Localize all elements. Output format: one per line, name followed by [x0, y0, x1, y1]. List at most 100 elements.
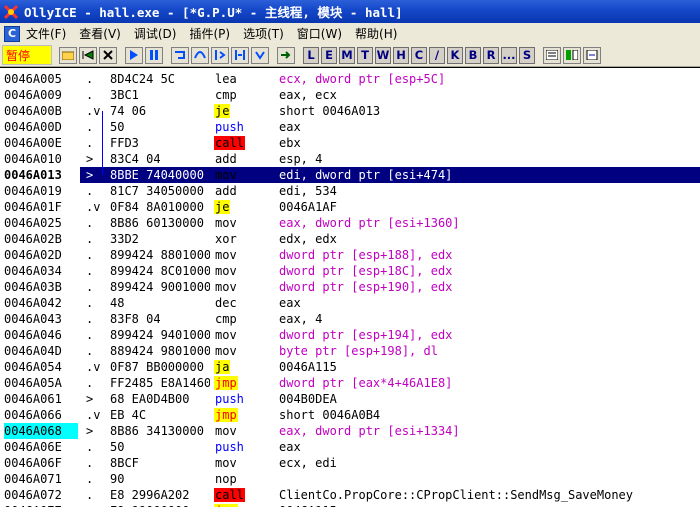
disasm-row[interactable]: 0046A06F. 8BCF mov ecx, edi: [0, 455, 700, 471]
mnemonic-cell[interactable]: push: [214, 392, 245, 406]
address-cell[interactable]: 0046A00B: [4, 103, 78, 119]
hex-dump-cell[interactable]: 83C4 04: [110, 151, 210, 167]
operand-cell[interactable]: byte ptr [esp+198], dl: [279, 343, 699, 359]
operand-cell[interactable]: ClientCo.PropCore::CPropClient::SendMsg_…: [279, 487, 699, 503]
mnemonic-cell[interactable]: mov: [214, 168, 238, 182]
hex-dump-cell[interactable]: EB 4C: [110, 407, 210, 423]
mnemonic-cell[interactable]: mov: [214, 424, 238, 438]
address-cell[interactable]: 0046A034: [4, 263, 78, 279]
operand-cell[interactable]: dword ptr [esp+190], edx: [279, 279, 699, 295]
address-cell[interactable]: 0046A077: [4, 503, 78, 507]
hex-dump-cell[interactable]: 50: [110, 119, 210, 135]
mnemonic-cell[interactable]: jmp: [214, 376, 238, 390]
mnemonic-cell[interactable]: dec: [214, 296, 238, 310]
operand-cell[interactable]: ecx, dword ptr [esp+5C]: [279, 71, 699, 87]
operand-cell[interactable]: eax: [279, 119, 699, 135]
threads-button[interactable]: T: [357, 46, 373, 64]
disasm-row[interactable]: 0046A034. 899424 8C010000 mov dword ptr [es…: [0, 263, 700, 279]
operand-cell[interactable]: edx, edx: [279, 231, 699, 247]
mnemonic-cell[interactable]: je: [214, 104, 231, 118]
address-cell[interactable]: 0046A071: [4, 471, 78, 487]
disasm-row[interactable]: 0046A05A. FF2485 E8A1460 jmp dword ptr [eax…: [0, 375, 700, 391]
hex-dump-cell[interactable]: 90: [110, 471, 210, 487]
mnemonic-cell[interactable]: xor: [214, 232, 238, 246]
mnemonic-cell[interactable]: mov: [214, 264, 238, 278]
menu-file[interactable]: 文件(F): [26, 25, 66, 42]
breakpoints-button[interactable]: B: [465, 46, 481, 64]
menu-plugins[interactable]: 插件(P): [189, 25, 230, 42]
address-cell[interactable]: 0046A013: [0, 167, 80, 183]
disasm-row[interactable]: 0046A019. 81C7 34050000 add edi, 534: [0, 183, 700, 199]
operand-cell[interactable]: esp, 4: [279, 151, 699, 167]
address-cell[interactable]: 0046A068: [4, 423, 78, 439]
address-cell[interactable]: 0046A042: [4, 295, 78, 311]
address-cell[interactable]: 0046A06F: [4, 455, 78, 471]
mnemonic-cell[interactable]: cmp: [214, 312, 238, 326]
disasm-row[interactable]: 0046A061 >68 EA0D4B00 push 004B0DEA: [0, 391, 700, 407]
hex-dump-cell[interactable]: 899424 94010000: [110, 327, 210, 343]
operand-cell[interactable]: dword ptr [esp+194], edx: [279, 327, 699, 343]
mnemonic-cell[interactable]: call: [214, 488, 245, 502]
menu-debug[interactable]: 调试(D): [134, 25, 177, 42]
mnemonic-cell[interactable]: call: [214, 136, 245, 150]
mnemonic-cell[interactable]: add: [214, 184, 238, 198]
operand-cell[interactable]: eax, dword ptr [esi+1360]: [279, 215, 699, 231]
mnemonic-cell[interactable]: push: [214, 440, 245, 454]
address-cell[interactable]: 0046A043: [4, 311, 78, 327]
address-cell[interactable]: 0046A066: [4, 407, 78, 423]
disasm-row[interactable]: 0046A04D. 889424 98010000 mov byte ptr [esp…: [0, 343, 700, 359]
hex-dump-cell[interactable]: 8B86 60130000: [110, 215, 210, 231]
operand-cell[interactable]: 0046A1AF: [279, 199, 699, 215]
mnemonic-cell[interactable]: mov: [214, 344, 238, 358]
mnemonic-cell[interactable]: add: [214, 152, 238, 166]
hex-dump-cell[interactable]: 83F8 04: [110, 311, 210, 327]
mnemonic-cell[interactable]: lea: [214, 72, 238, 86]
disasm-row[interactable]: 0046A066 .v EB 4C jmp short 0046A0B4: [0, 407, 700, 423]
disasm-row[interactable]: 0046A043. 83F8 04 cmp eax, 4: [0, 311, 700, 327]
mnemonic-cell[interactable]: mov: [214, 328, 238, 342]
executable-modules-button[interactable]: E: [321, 46, 337, 64]
operand-cell[interactable]: dword ptr [esp+188], edx: [279, 247, 699, 263]
mnemonic-cell[interactable]: mov: [214, 248, 238, 262]
disasm-row[interactable]: 0046A009. 3BC1 cmp eax, ecx: [0, 87, 700, 103]
step-over-icon[interactable]: [191, 46, 209, 64]
operand-cell[interactable]: 0046A115: [279, 359, 699, 375]
close-program-icon[interactable]: [99, 46, 117, 64]
source-button[interactable]: S: [519, 46, 535, 64]
hex-dump-cell[interactable]: 50: [110, 439, 210, 455]
mnemonic-cell[interactable]: mov: [214, 216, 238, 230]
hex-dump-cell[interactable]: 33D2: [110, 231, 210, 247]
mnemonic-cell[interactable]: jmp: [214, 408, 238, 422]
trace-over-icon[interactable]: [231, 46, 249, 64]
operand-cell[interactable]: eax, 4: [279, 311, 699, 327]
operand-cell[interactable]: short 0046A013: [279, 103, 699, 119]
hex-dump-cell[interactable]: 8BCF: [110, 455, 210, 471]
help-icon[interactable]: [583, 46, 601, 64]
disasm-row[interactable]: 0046A077.E9 99000000jmp0046A115: [0, 503, 700, 507]
address-cell[interactable]: 0046A025: [4, 215, 78, 231]
hex-dump-cell[interactable]: 3BC1: [110, 87, 210, 103]
hex-dump-cell[interactable]: 48: [110, 295, 210, 311]
address-cell[interactable]: 0046A054: [4, 359, 78, 375]
references-button[interactable]: R: [483, 46, 499, 64]
hex-dump-cell[interactable]: 899424 8C010000: [110, 263, 210, 279]
menu-window[interactable]: 窗口(W): [297, 25, 342, 42]
disasm-row[interactable]: 0046A00D. 50 push eax: [0, 119, 700, 135]
hex-dump-cell[interactable]: E8 2996A202: [110, 487, 210, 503]
disasm-row[interactable]: 0046A02D. 899424 88010000 mov dword ptr [es…: [0, 247, 700, 263]
disassembly-pane[interactable]: 0046A005. 8D4C24 5C lea ecx, dword ptr [esp…: [0, 68, 700, 507]
hex-dump-cell[interactable]: E9 99000000: [110, 503, 210, 507]
address-cell[interactable]: 0046A00D: [4, 119, 78, 135]
address-cell[interactable]: 0046A01F: [4, 199, 78, 215]
address-cell[interactable]: 0046A072: [4, 487, 78, 503]
hex-dump-cell[interactable]: 8B86 34130000: [110, 423, 210, 439]
hex-dump-cell[interactable]: 68 EA0D4B00: [110, 391, 210, 407]
address-cell[interactable]: 0046A061: [4, 391, 78, 407]
mnemonic-cell[interactable]: mov: [214, 280, 238, 294]
handles-button[interactable]: H: [393, 46, 409, 64]
operand-cell[interactable]: dword ptr [eax*4+46A1E8]: [279, 375, 699, 391]
hex-dump-cell[interactable]: 81C7 34050000: [110, 183, 210, 199]
open-file-icon[interactable]: [59, 46, 77, 64]
address-cell[interactable]: 0046A03B: [4, 279, 78, 295]
disasm-row[interactable]: 0046A005. 8D4C24 5C lea ecx, dword ptr [esp…: [0, 71, 700, 87]
